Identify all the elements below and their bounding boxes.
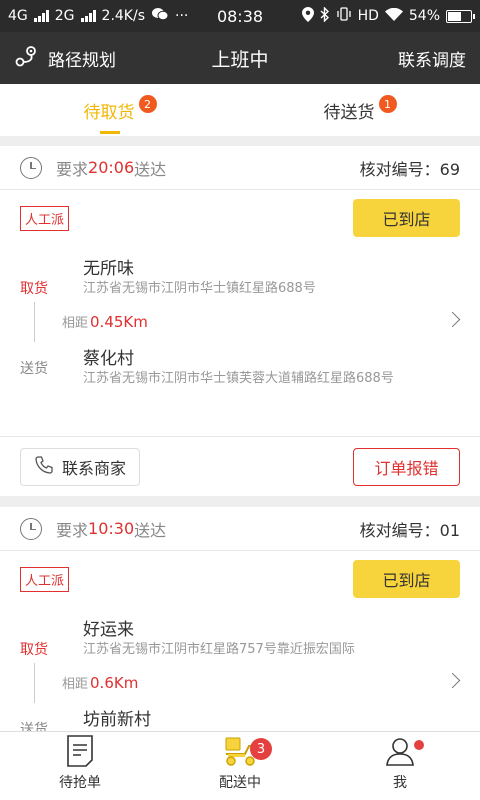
nav-label: 我 xyxy=(393,775,407,791)
tab-badge: 2 xyxy=(138,95,157,113)
order-card: 要求 20:06 送达 核对编号：69 人工派 已到店 取货 送货 无所味 江苏… xyxy=(0,146,480,496)
nav-label: 待抢单 xyxy=(59,775,101,791)
manual-dispatch-tag: 人工派 xyxy=(20,205,70,231)
route-divider xyxy=(34,302,35,342)
order-header: 要求 20:06 送达 核对编号：69 xyxy=(0,146,480,190)
verify-number: 核对编号：69 xyxy=(359,159,460,179)
nav-me[interactable]: 我 xyxy=(320,732,480,800)
order-tabs: 待取货 2 待送货 1 xyxy=(0,84,480,136)
vibrate-icon xyxy=(336,7,352,25)
require-suffix: 送达 xyxy=(134,159,167,179)
wifi-icon xyxy=(384,7,403,25)
wechat-icon xyxy=(151,7,169,25)
signal-icon-2 xyxy=(80,10,96,22)
customer-address: 江苏省无锡市江阴市华士镇芙蓉大道辅路红星路688号 xyxy=(83,371,394,386)
require-suffix: 送达 xyxy=(134,520,167,540)
distance: 相距 0.45Km xyxy=(62,313,148,331)
tab-badge: 1 xyxy=(378,95,397,113)
person-icon xyxy=(385,734,415,768)
shop-address: 江苏省无锡市江阴市华士镇红星路688号 xyxy=(83,281,316,296)
network-4g-label: 4G xyxy=(8,8,28,24)
clock-icon xyxy=(20,517,42,540)
contact-shop-button[interactable]: 联系商家 xyxy=(20,447,140,486)
contact-dispatch-button[interactable]: 联系调度 xyxy=(398,46,480,71)
nav-grab-orders[interactable]: 待抢单 xyxy=(0,732,160,800)
active-tab-indicator xyxy=(100,131,120,134)
deliver-time: 10:30 xyxy=(88,519,135,538)
address-block[interactable]: 取货 送货 好运来 江苏省无锡市江阴市红星路757号靠近振宏国际 相距 0.6Km… xyxy=(0,607,480,731)
report-error-button[interactable]: 订单报错 xyxy=(353,447,460,486)
shop-name: 无所味 xyxy=(83,259,134,279)
nav-label: 配送中 xyxy=(219,775,261,791)
bottom-nav: 待抢单 3 配送中 我 xyxy=(0,731,480,800)
arrived-store-button[interactable]: 已到店 xyxy=(353,560,460,598)
delivery-label: 送货 xyxy=(20,722,48,731)
bluetooth-icon xyxy=(320,5,330,26)
phone-icon xyxy=(34,455,54,479)
more-notifications: ··· xyxy=(175,8,189,24)
notification-dot xyxy=(414,740,424,750)
chevron-right-icon xyxy=(444,311,461,328)
tab-pending-pickup[interactable]: 待取货 2 xyxy=(0,84,240,136)
route-planning-button[interactable]: 路径规划 xyxy=(0,45,116,72)
network-speed: 2.4K/s xyxy=(101,8,145,24)
shop-name: 好运来 xyxy=(83,620,134,640)
pickup-label: 取货 xyxy=(20,281,48,297)
verify-number: 核对编号：01 xyxy=(359,520,460,540)
title-bar: 路径规划 上班中 联系调度 xyxy=(0,32,480,84)
nav-delivering[interactable]: 3 配送中 xyxy=(160,732,320,800)
tab-pending-delivery[interactable]: 待送货 1 xyxy=(240,84,480,136)
order-header: 要求 10:30 送达 核对编号：01 xyxy=(0,507,480,551)
nav-badge: 3 xyxy=(250,738,272,760)
order-card: 要求 10:30 送达 核对编号：01 人工派 已到店 取货 送货 好运来 江苏… xyxy=(0,507,480,731)
signal-icon xyxy=(33,10,49,22)
document-icon xyxy=(66,734,94,768)
require-prefix: 要求 xyxy=(56,159,89,179)
tab-label: 待送货 xyxy=(323,102,375,123)
delivery-label: 送货 xyxy=(20,361,48,377)
chevron-right-icon xyxy=(444,672,461,689)
arrived-store-button[interactable]: 已到店 xyxy=(353,199,460,237)
address-block[interactable]: 取货 送货 无所味 江苏省无锡市江阴市华士镇红星路688号 相距 0.45Km 蔡… xyxy=(0,246,480,436)
clock-icon xyxy=(20,156,42,179)
shop-address: 江苏省无锡市江阴市红星路757号靠近振宏国际 xyxy=(83,642,355,657)
deliver-time: 20:06 xyxy=(88,158,135,177)
battery-percent: 54% xyxy=(408,8,440,24)
hd-label: HD xyxy=(357,8,379,24)
distance: 相距 0.6Km xyxy=(62,674,139,692)
route-planning-label: 路径规划 xyxy=(48,50,116,71)
contact-shop-label: 联系商家 xyxy=(61,458,126,478)
manual-dispatch-tag: 人工派 xyxy=(20,566,70,592)
battery-icon xyxy=(446,9,475,23)
network-2g-label: 2G xyxy=(54,8,75,24)
route-icon xyxy=(14,45,38,72)
customer-name: 坊前新村 xyxy=(83,710,151,730)
customer-name: 蔡化村 xyxy=(83,349,134,369)
pickup-label: 取货 xyxy=(20,642,48,658)
route-divider xyxy=(34,663,35,703)
tab-label: 待取货 xyxy=(83,102,135,123)
location-icon xyxy=(301,6,314,26)
require-prefix: 要求 xyxy=(56,520,89,540)
status-bar: 4G 2G 2.4K/s ··· 08:38 HD 54% xyxy=(0,0,480,32)
